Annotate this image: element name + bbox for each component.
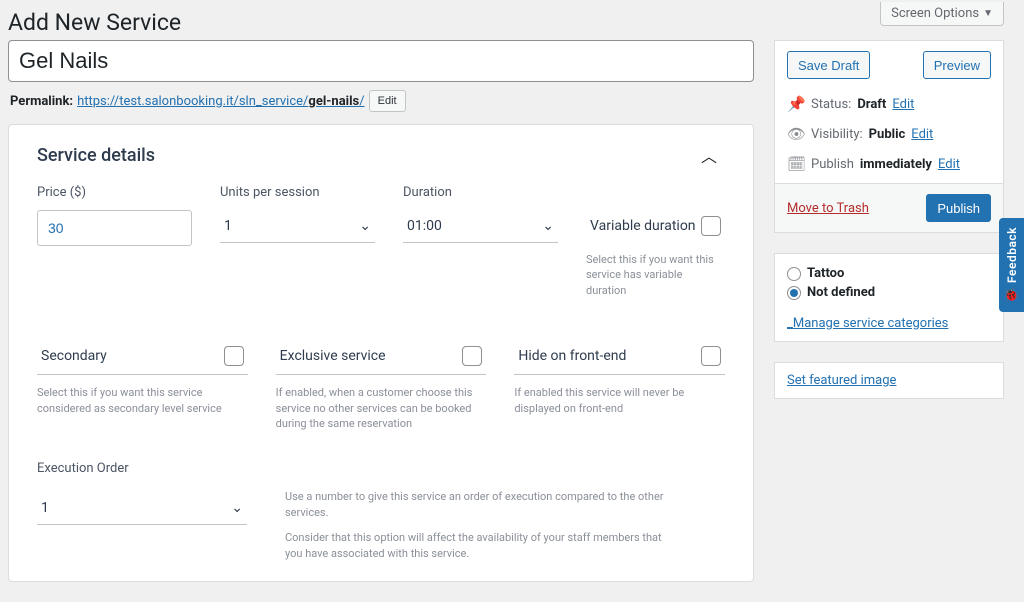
title-input[interactable] (8, 40, 754, 82)
duration-select[interactable]: 01:00 ⌄ (403, 210, 558, 243)
screen-options-toggle[interactable]: Screen Options ▼ (880, 2, 1004, 26)
screen-options-label: Screen Options (891, 6, 979, 21)
publish-meta-box: Save Draft Preview 📌 Status: Draft Edit … (774, 40, 1004, 233)
categories-meta-box: Tattoo Not defined _Manage service categ… (774, 253, 1004, 342)
page-title: Add New Service (8, 0, 181, 40)
units-select[interactable]: 1 ⌄ (220, 210, 375, 243)
service-details-heading: Service details (37, 145, 155, 166)
status-value: Draft (857, 97, 886, 112)
price-input[interactable] (37, 210, 192, 246)
publish-button[interactable]: Publish (926, 194, 991, 222)
set-featured-image-link[interactable]: Set featured image (787, 373, 896, 388)
bug-icon: 🐞 (1003, 288, 1019, 303)
chevron-down-icon: ⌄ (359, 218, 371, 234)
pin-icon: 📌 (787, 95, 805, 113)
chevron-down-icon: ⌄ (542, 218, 554, 234)
move-to-trash-link[interactable]: Move to Trash (787, 201, 869, 216)
caret-down-icon: ▼ (983, 8, 993, 19)
exec-order-select[interactable]: 1 ⌄ (37, 492, 247, 525)
duration-label: Duration (403, 185, 558, 200)
exclusive-hint: If enabled, when a customer choose this … (276, 385, 487, 431)
exec-order-hint1: Use a number to give this service an ord… (285, 489, 665, 520)
manage-categories-link[interactable]: _Manage service categories (787, 316, 991, 331)
variable-duration-hint: Select this if you want this service has… (586, 252, 725, 298)
exec-order-label: Execution Order (37, 461, 257, 476)
price-label: Price ($) (37, 185, 192, 200)
feedback-label: Feedback (1005, 227, 1019, 283)
units-label: Units per session (220, 185, 375, 200)
status-label: Status: (811, 97, 851, 112)
preview-button[interactable]: Preview (923, 51, 991, 79)
permalink-edit-button[interactable]: Edit (369, 90, 406, 112)
visibility-label: Visibility: (811, 127, 863, 142)
featured-image-meta-box: Set featured image (774, 362, 1004, 399)
save-draft-button[interactable]: Save Draft (787, 51, 870, 79)
calendar-icon: 🗓 (787, 155, 805, 173)
hide-checkbox[interactable] (701, 346, 721, 366)
radio-checked-icon (787, 286, 801, 300)
category-option-tattoo[interactable]: Tattoo (787, 264, 991, 283)
status-edit-link[interactable]: Edit (892, 97, 914, 112)
hide-hint: If enabled this service will never be di… (514, 385, 725, 416)
visibility-value: Public (869, 127, 906, 142)
exclusive-label: Exclusive service (280, 348, 386, 364)
variable-duration-label: Variable duration (590, 218, 696, 234)
exclusive-checkbox[interactable] (462, 346, 482, 366)
radio-icon (787, 267, 801, 281)
secondary-label: Secondary (41, 348, 107, 364)
permalink-link[interactable]: https://test.salonbooking.it/sln_service… (77, 94, 365, 109)
permalink-label: Permalink: (10, 94, 73, 109)
exec-order-hint2: Consider that this option will affect th… (285, 530, 665, 561)
permalink-row: Permalink: https://test.salonbooking.it/… (10, 90, 752, 112)
publish-value: immediately (860, 157, 932, 172)
service-details-panel: Service details ︿ Price ($) Units per se… (8, 124, 754, 582)
hide-label: Hide on front-end (518, 348, 626, 364)
publish-label: Publish (811, 157, 854, 172)
chevron-down-icon: ⌄ (231, 500, 243, 516)
chevron-up-icon[interactable]: ︿ (701, 143, 725, 167)
variable-duration-checkbox[interactable] (701, 216, 721, 236)
publish-edit-link[interactable]: Edit (938, 157, 960, 172)
secondary-hint: Select this if you want this service con… (37, 385, 248, 416)
feedback-tab[interactable]: Feedback 🐞 (999, 218, 1024, 312)
secondary-checkbox[interactable] (224, 346, 244, 366)
category-option-not-defined[interactable]: Not defined (787, 283, 991, 302)
eye-icon: 👁 (787, 125, 805, 143)
visibility-edit-link[interactable]: Edit (911, 127, 933, 142)
